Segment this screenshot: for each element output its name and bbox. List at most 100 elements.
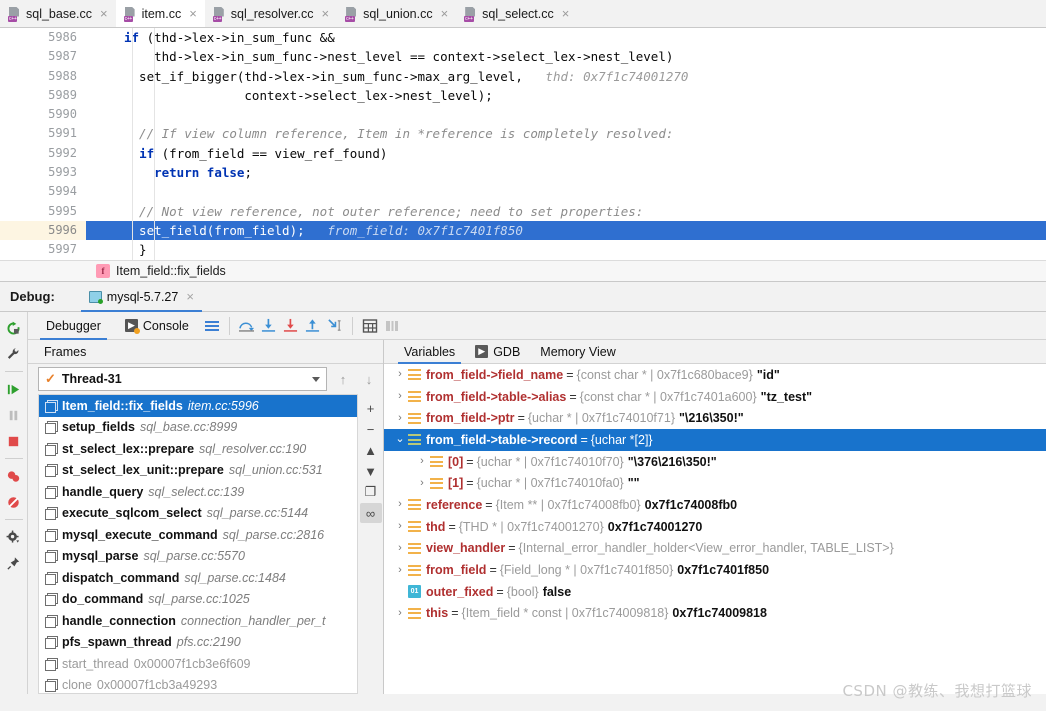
variable-row[interactable]: ⌄ from_field->table->record = {uchar *[2]} [384,429,1046,451]
code-line-5991[interactable]: // If view column reference, Item in *re… [86,124,1046,143]
close-icon[interactable]: × [562,7,570,20]
force-step-into-icon[interactable] [280,315,302,337]
tab-gdb[interactable]: ▶ GDB [465,340,530,364]
expand-toggle-icon[interactable]: › [392,542,408,554]
move-down-icon[interactable]: ▼ [360,461,382,481]
frame-row[interactable]: st_select_lex::prepare sql_resolver.cc:19… [39,438,357,460]
gutter-line-5986[interactable]: 5986 [0,28,86,47]
resume-program-icon[interactable] [2,377,26,401]
code-line-5994[interactable] [86,182,1046,201]
copy-stack-icon[interactable]: ❐ [360,482,382,502]
gutter-line-5989[interactable]: 5989 [0,86,86,105]
code-line-5995[interactable]: // Not view reference, not outer referen… [86,202,1046,221]
debug-session-tab[interactable]: mysql-5.7.27 × [80,282,203,312]
tab-console[interactable]: ▶ Console [113,312,201,340]
gutter-line-5993[interactable]: 5993 [0,163,86,182]
show-values-inline-icon[interactable] [381,315,403,337]
frame-row[interactable]: do_command sql_parse.cc:1025 [39,589,357,611]
frame-up-button[interactable]: ↑ [333,368,353,390]
layout-settings-icon[interactable] [201,315,223,337]
variables-tabbar[interactable]: Variables ▶ GDB Memory View [384,340,1046,364]
editor-gutter[interactable]: 5986 5987 5988 5989 5990 5991 5992 5993 5994 5995… [0,28,106,260]
frame-row[interactable]: Item_field::fix_fields item.cc:5996 [39,395,357,417]
gutter-line-5987[interactable]: 5987 [0,47,86,66]
frame-down-button[interactable]: ↓ [359,368,379,390]
evaluate-expression-icon[interactable] [359,315,381,337]
frame-row[interactable]: execute_sqlcom_select sql_parse.cc:5144 [39,503,357,525]
tab-memory-view[interactable]: Memory View [530,340,625,364]
remove-frame-icon[interactable]: − [360,419,382,439]
rerun-icon[interactable] [2,316,26,340]
expand-toggle-icon[interactable]: ⌄ [392,434,408,445]
code-line-5987[interactable]: thd->lex->in_sum_func->nest_level == con… [86,47,1046,66]
frame-row[interactable]: mysql_parse sql_parse.cc:5570 [39,546,357,568]
variable-row[interactable]: › view_handler = {Internal_error_handler_ho… [384,538,1046,560]
run-to-cursor-icon[interactable] [324,315,346,337]
expand-toggle-icon[interactable]: › [392,564,408,576]
expand-toggle-icon[interactable]: › [414,477,430,489]
code-line-5997[interactable]: } [86,240,1046,259]
step-out-icon[interactable] [302,315,324,337]
breadcrumb[interactable]: f Item_field::fix_fields [0,260,1046,282]
gutter-line-5990[interactable]: 5990 [0,105,86,124]
editor-tab-item-cc[interactable]: item.cc × [115,0,205,27]
variable-row[interactable]: › [1] = {uchar * | 0x7f1c74010fa0} "" [384,472,1046,494]
code-line-5996[interactable]: set_field(from_field); from_field: 0x7f1… [86,220,1046,241]
variables-list[interactable]: › from_field->field_name = {const char * | … [384,364,1046,694]
thread-select[interactable]: ✓ Thread-31 [38,367,327,391]
expand-toggle-icon[interactable]: › [392,607,408,619]
code-editor[interactable]: 5986 5987 5988 5989 5990 5991 5992 5993 5994 5995… [0,28,1046,260]
editor-tab-sql_base-cc[interactable]: sql_base.cc × [0,0,116,27]
step-over-icon[interactable] [236,315,258,337]
editor-tab-sql_resolver-cc[interactable]: sql_resolver.cc × [205,0,337,27]
code-line-5986[interactable]: if (thd->lex->in_sum_func && [86,28,1046,47]
variable-row[interactable]: › from_field->ptr = {uchar * | 0x7f1c74010f… [384,407,1046,429]
editor-tab-sql_select-cc[interactable]: sql_select.cc × [456,0,577,27]
add-frame-icon[interactable]: + [360,398,382,418]
gutter-line-5995[interactable]: 5995 [0,202,86,221]
variable-row[interactable]: › [0] = {uchar * | 0x7f1c74010f70} "\376\216… [384,451,1046,473]
frame-row[interactable]: start_thread 0x00007f1cb3e6f609 [39,653,357,675]
step-into-icon[interactable] [258,315,280,337]
close-icon[interactable]: × [186,289,194,304]
code-area[interactable]: if (thd->lex->in_sum_func && thd->lex->i… [86,28,1046,260]
code-line-5992[interactable]: if (from_field == view_ref_found) [86,144,1046,163]
frame-row[interactable]: pfs_spawn_thread pfs.cc:2190 [39,632,357,654]
close-icon[interactable]: × [321,7,329,20]
frame-row[interactable]: setup_fields sql_base.cc:8999 [39,417,357,439]
gutter-line-5991[interactable]: 5991 [0,124,86,143]
close-icon[interactable]: × [100,7,108,20]
frames-list[interactable]: Item_field::fix_fields item.cc:5996 setup_… [38,394,357,694]
gutter-line-5997[interactable]: 5997 [0,240,86,259]
frame-row[interactable]: handle_connection connection_handler_per_… [39,610,357,632]
variable-row[interactable]: › from_field = {Field_long * | 0x7f1c7401f8… [384,559,1046,581]
frames-side-toolbar[interactable]: + − ▲ ▼ ❐ ∞ [357,394,383,694]
variable-row[interactable]: › thd = {THD * | 0x7f1c74001270} 0x7f1c74001… [384,516,1046,538]
stop-icon[interactable] [2,429,26,453]
expand-toggle-icon[interactable]: › [392,499,408,510]
mute-breakpoints-icon[interactable] [2,490,26,514]
customize-threads-icon[interactable]: ∞ [359,503,382,523]
variable-row[interactable]: › from_field->field_name = {const char * | … [384,364,1046,386]
frame-row[interactable]: handle_query sql_select.cc:139 [39,481,357,503]
settings-gear-icon[interactable] [2,525,26,549]
frame-row[interactable]: dispatch_command sql_parse.cc:1484 [39,567,357,589]
gutter-line-5994[interactable]: 5994 [0,182,86,201]
gutter-line-5996[interactable]: 5996→ [0,220,106,241]
expand-toggle-icon[interactable]: › [392,391,408,402]
code-line-5988[interactable]: set_if_bigger(thd->lex->in_sum_func->max… [86,67,1046,86]
debug-tabbar[interactable]: Debugger ▶ Console [28,312,1046,340]
frame-row[interactable]: mysql_execute_command sql_parse.cc:2816 [39,524,357,546]
pause-program-icon[interactable] [2,403,26,427]
tab-variables[interactable]: Variables [394,340,465,364]
close-icon[interactable]: × [189,7,197,20]
expand-toggle-icon[interactable]: › [414,456,430,467]
move-up-icon[interactable]: ▲ [360,440,382,460]
frame-row[interactable]: st_select_lex_unit::prepare sql_union.cc:… [39,460,357,482]
code-line-5989[interactable]: context->select_lex->nest_level); [86,86,1046,105]
settings-wrench-icon[interactable] [2,342,26,366]
gutter-line-5988[interactable]: 5988 [0,67,86,86]
code-line-5993[interactable]: return false; [86,163,1046,182]
expand-toggle-icon[interactable]: › [392,369,408,380]
tab-debugger[interactable]: Debugger [34,312,113,340]
